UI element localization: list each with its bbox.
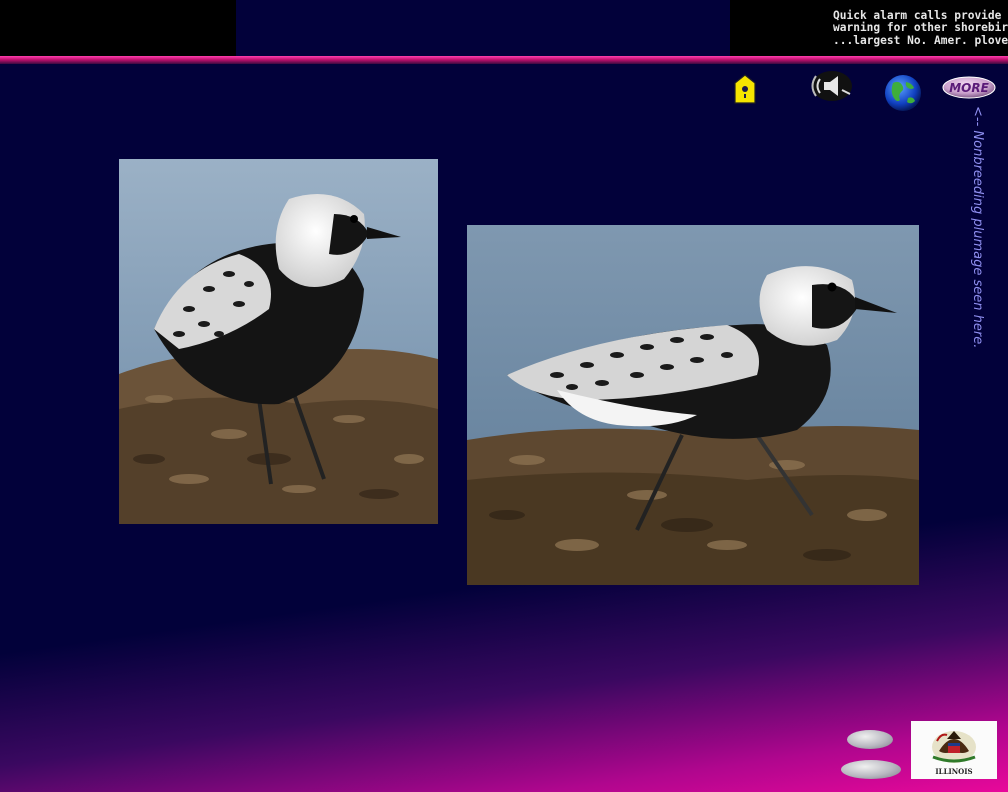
caption-text: Quick alarm calls provide warning for ot… [833,9,1008,47]
nav-previous-button[interactable] [847,730,893,749]
plover-standing-photo [119,159,438,524]
state-seal-icon [932,731,976,763]
side-note: <-- Nonbreeding plumage seen here. [970,106,985,349]
nav-next-button[interactable] [841,760,901,779]
flag-label: ILLINOIS [935,767,973,776]
sound-speaker-icon[interactable] [808,68,854,104]
plover-walking-photo [467,225,919,585]
more-label: MORE [949,81,989,95]
birdhouse-icon[interactable] [733,74,757,104]
top-bar-center [236,0,730,56]
header-divider [0,56,1008,64]
more-button[interactable]: MORE [942,76,996,99]
globe-icon[interactable] [884,74,922,112]
caption-line-2: warning for other shorebirds [833,21,1008,35]
illinois-flag[interactable]: ILLINOIS [911,721,997,779]
caption-line-3: ...largest No. Amer. plover. [833,33,1008,47]
